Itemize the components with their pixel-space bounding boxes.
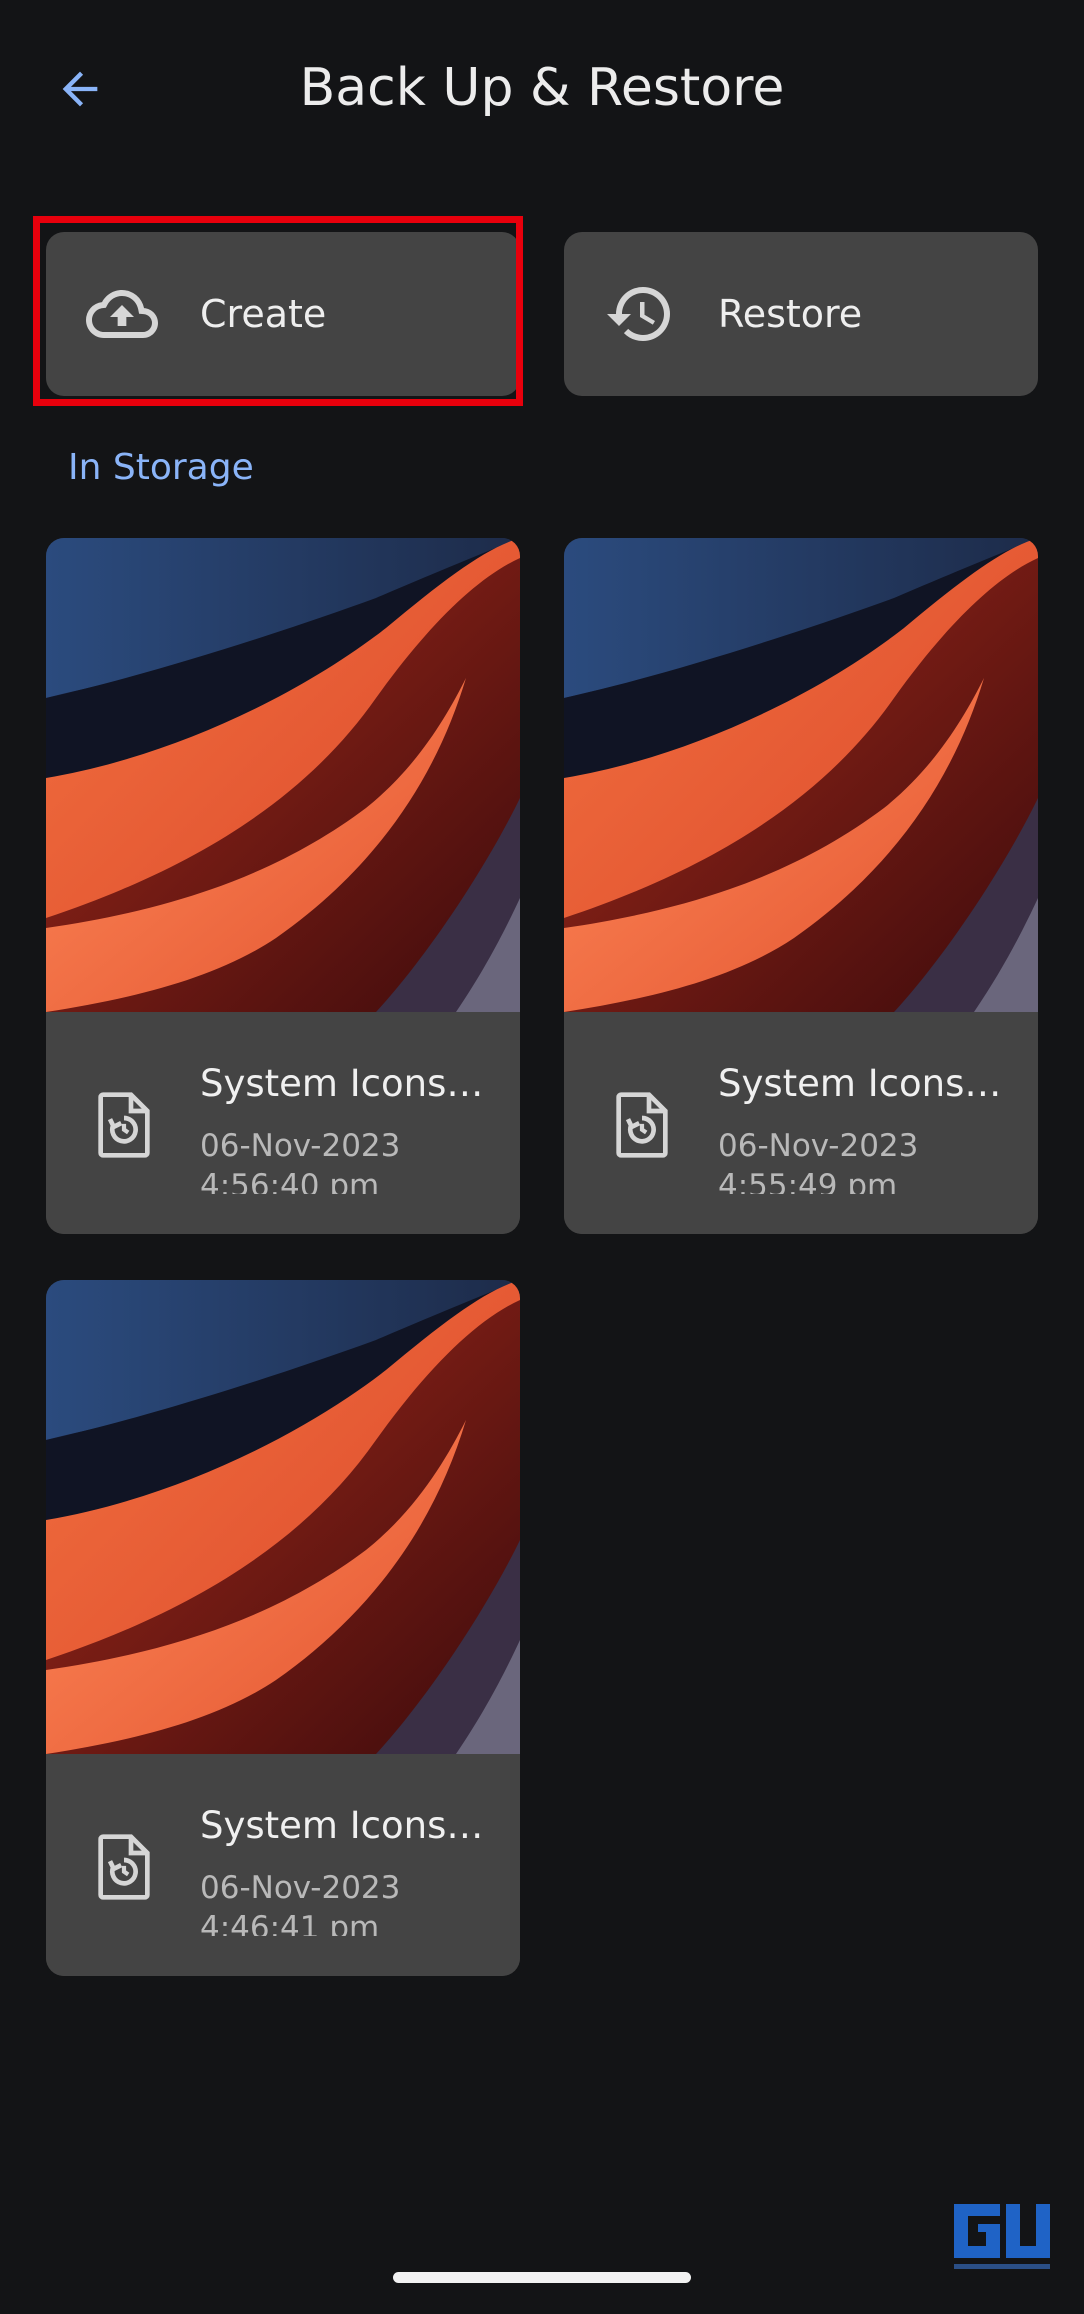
backup-info: System Icons,... 06-Nov-2023 4:55:49 pm	[564, 1012, 1038, 1234]
backup-time: 4:46:41 pm	[200, 1910, 380, 1936]
backup-timestamp: 06-Nov-2023 4:55:49 pm	[718, 1126, 1008, 1194]
backup-file-icon	[98, 1834, 150, 1900]
backup-timestamp: 06-Nov-2023 4:56:40 pm	[200, 1126, 490, 1194]
backup-name: System Icons,...	[200, 1062, 490, 1105]
backup-file-icon	[98, 1092, 150, 1158]
backup-time: 4:55:49 pm	[718, 1168, 898, 1194]
backup-time: 4:56:40 pm	[200, 1168, 380, 1194]
restore-label: Restore	[718, 292, 863, 336]
backup-card[interactable]: System Icons,... 06-Nov-2023 4:55:49 pm	[564, 538, 1038, 1234]
backup-info: System Icons,... 06-Nov-2023 4:46:41 pm	[46, 1754, 520, 1976]
backup-date: 06-Nov-2023	[200, 1128, 401, 1164]
backup-info: System Icons,... 06-Nov-2023 4:56:40 pm	[46, 1012, 520, 1234]
create-backup-button[interactable]: Create	[46, 232, 520, 396]
backup-file-icon	[616, 1092, 668, 1158]
watermark-logo-icon	[954, 2204, 1050, 2269]
backup-card[interactable]: System Icons,... 06-Nov-2023 4:46:41 pm	[46, 1280, 520, 1976]
create-label: Create	[200, 292, 327, 336]
backup-date: 06-Nov-2023	[200, 1870, 401, 1906]
restore-backup-button[interactable]: Restore	[564, 232, 1038, 396]
backup-thumbnail	[46, 538, 520, 1012]
backup-date: 06-Nov-2023	[718, 1128, 919, 1164]
backup-restore-screen: Back Up & Restore Create Restore In Stor…	[0, 0, 1084, 2314]
in-storage-heading: In Storage	[68, 447, 254, 488]
backup-card[interactable]: System Icons,... 06-Nov-2023 4:56:40 pm	[46, 538, 520, 1234]
page-title: Back Up & Restore	[299, 58, 785, 118]
backup-thumbnail	[46, 1280, 520, 1754]
backup-thumbnail	[564, 538, 1038, 1012]
backup-name: System Icons,...	[718, 1062, 1008, 1105]
history-icon	[607, 287, 670, 342]
cloud-upload-icon	[86, 290, 158, 338]
backup-timestamp: 06-Nov-2023 4:46:41 pm	[200, 1868, 490, 1936]
home-indicator[interactable]	[393, 2272, 691, 2283]
backup-name: System Icons,...	[200, 1804, 490, 1847]
